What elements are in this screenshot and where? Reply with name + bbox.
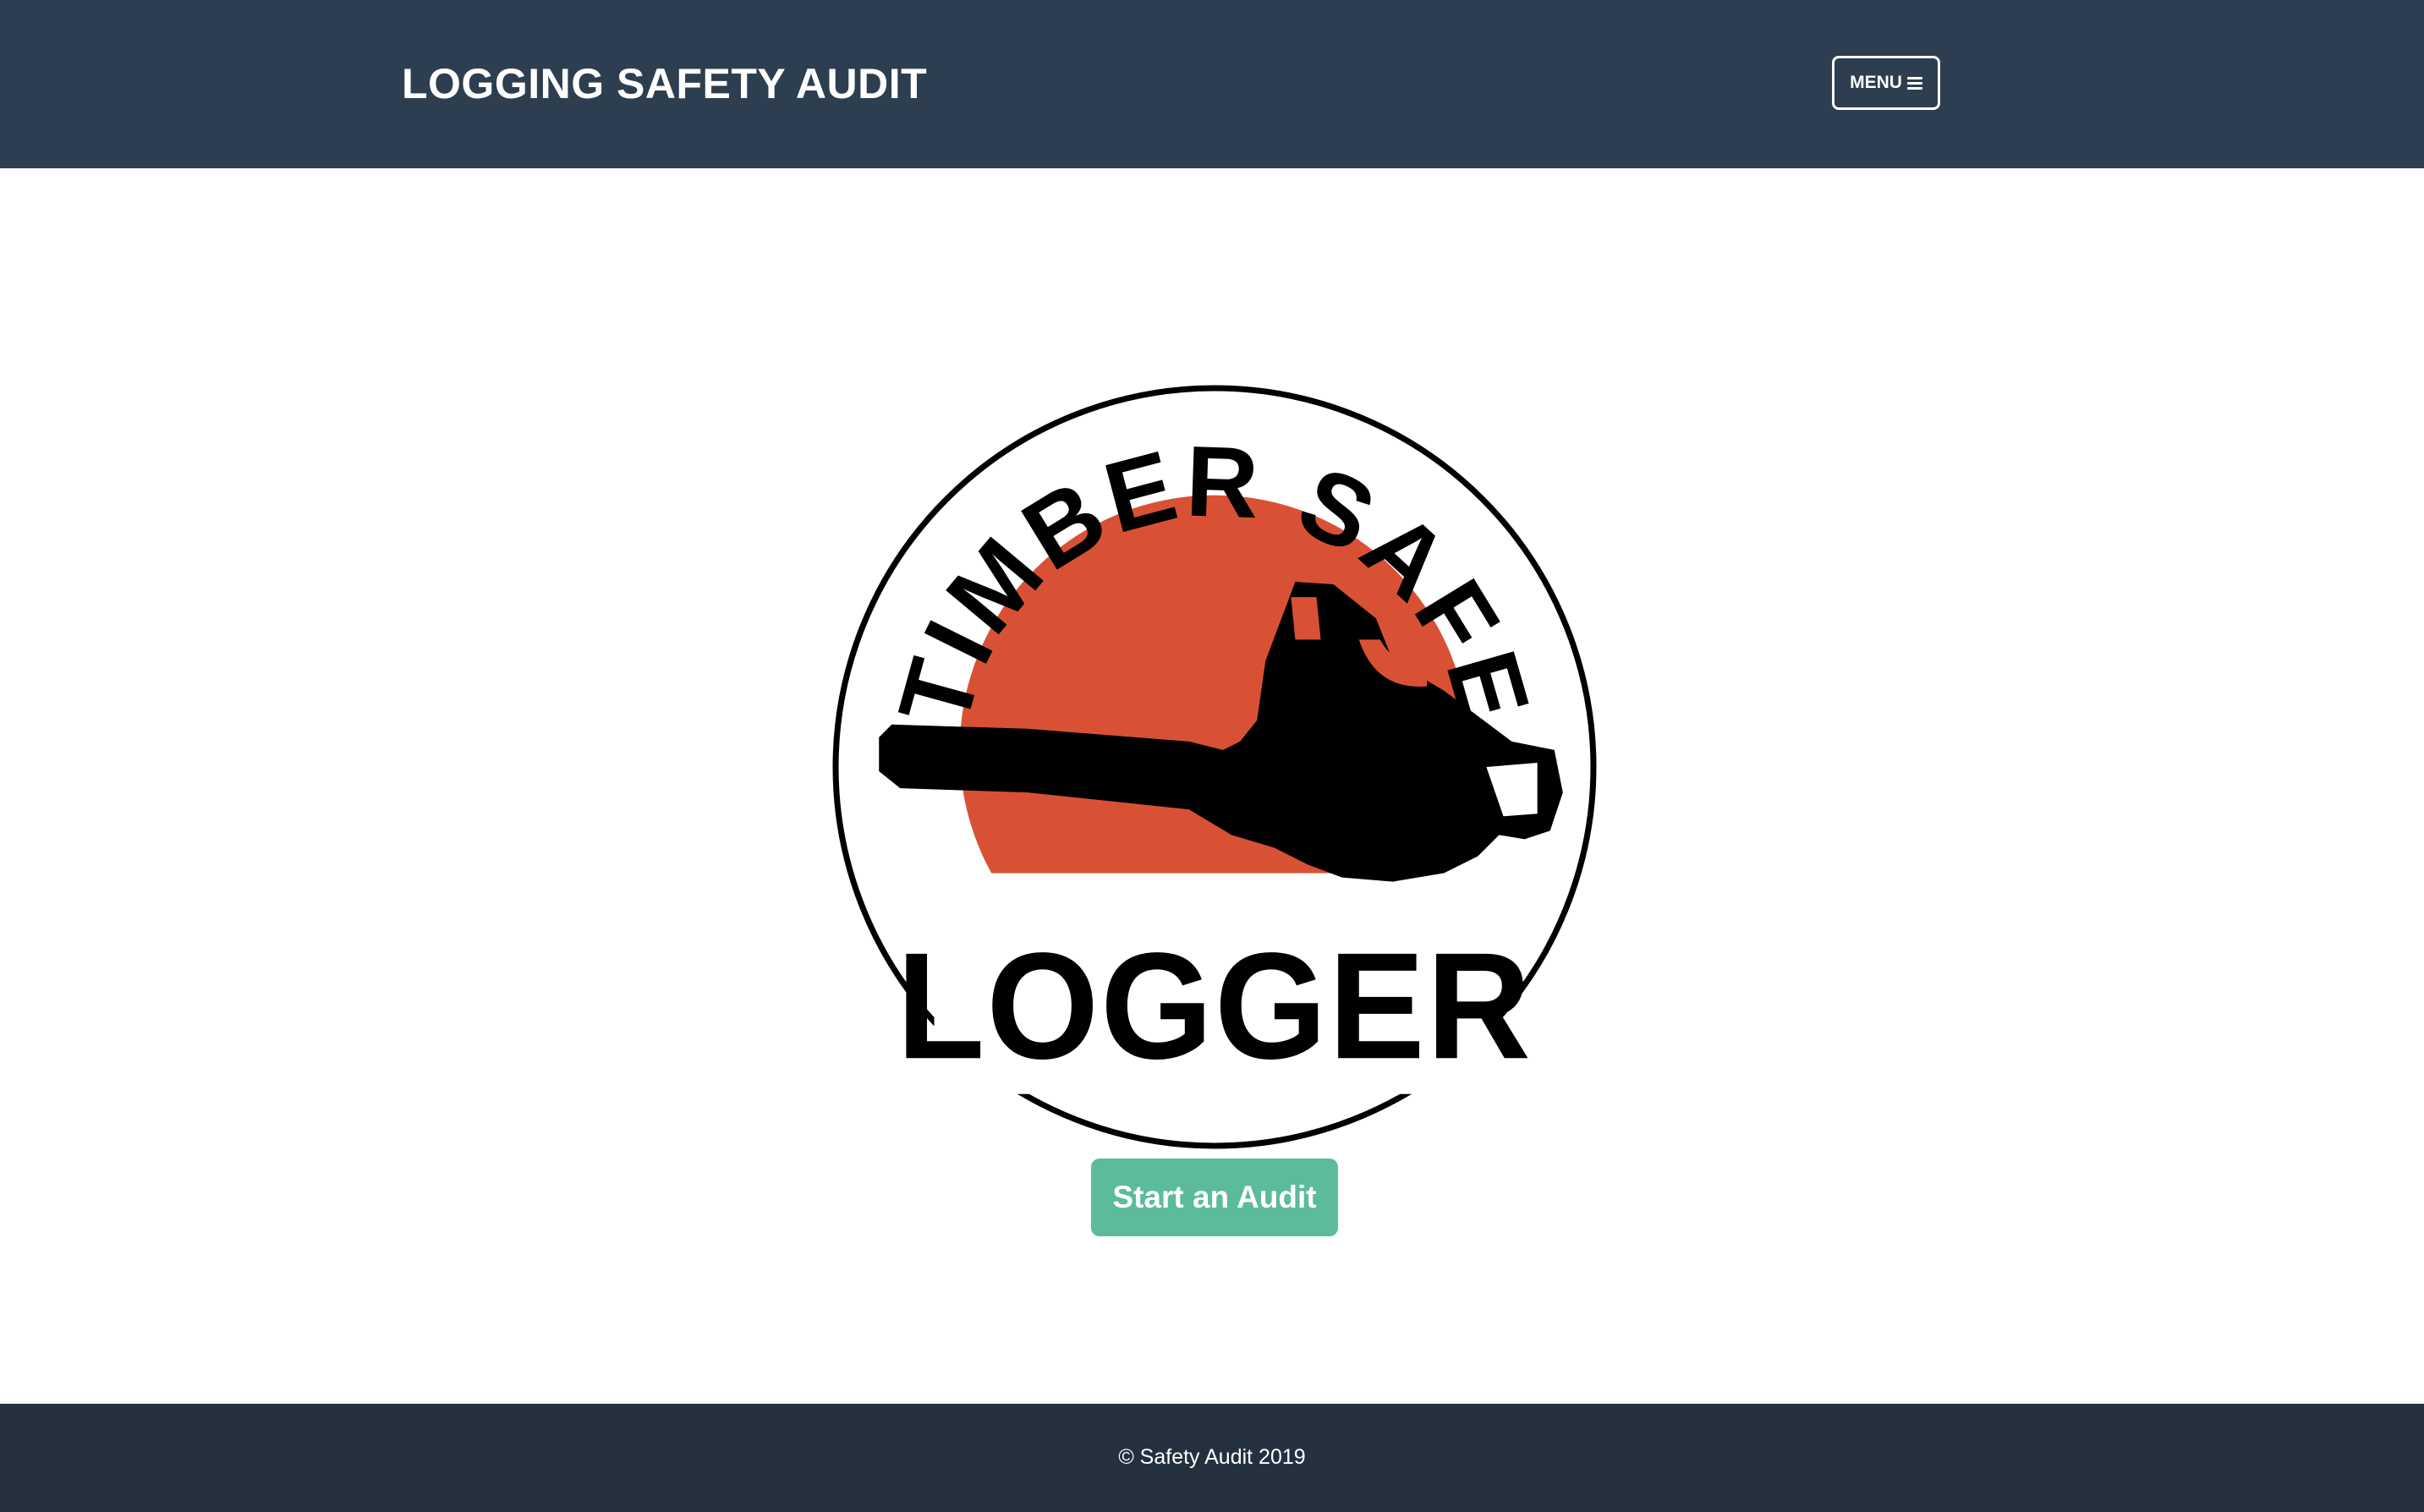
navbar: LOGGING SAFETY AUDIT MENU <box>0 0 2424 168</box>
logo-bottom-text: LOGGER <box>897 922 1533 1091</box>
timber-safe-logger-logo: TIMBER SAFE LOGGER <box>832 385 1597 1149</box>
copyright-text: © Safety Audit 2019 <box>1118 1445 1306 1469</box>
menu-label: MENU <box>1850 73 1902 92</box>
start-audit-button[interactable]: Start an Audit <box>1091 1159 1338 1236</box>
bars-icon <box>1906 76 1922 90</box>
site-title[interactable]: LOGGING SAFETY AUDIT <box>402 54 927 113</box>
menu-button[interactable]: MENU <box>1832 56 1940 110</box>
footer: © Safety Audit 2019 <box>0 1404 2424 1512</box>
